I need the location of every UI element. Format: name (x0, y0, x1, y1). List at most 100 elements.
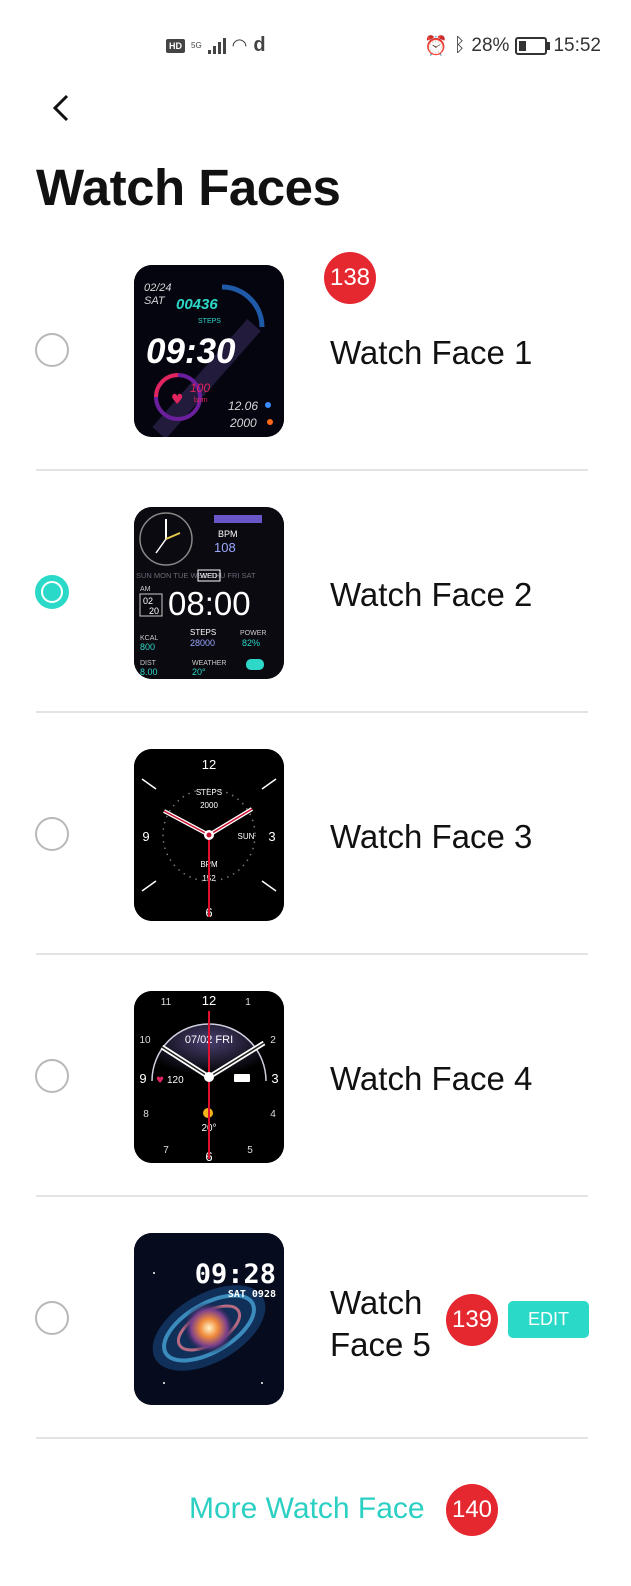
wf3-n12: 12 (202, 757, 216, 772)
wf3-steps-label: STEPS (196, 788, 222, 797)
watch-face-1-badge: 138 (324, 252, 376, 304)
wf1-heart-icon: ♥ (171, 392, 184, 408)
alarm-icon: ⏰ (424, 36, 449, 57)
wf2-dist-label: DIST (140, 660, 157, 667)
watch-face-5-screen: 09:28 SAT 0928 (134, 1233, 284, 1405)
wf2-date-m: 02 (143, 596, 153, 606)
more-watch-face-badge: 140 (446, 1484, 498, 1536)
wf3-day: SUN (238, 832, 255, 841)
wf4-n5: 5 (247, 1145, 253, 1156)
wf2-bpm-label: BPM (218, 529, 238, 539)
wf1-heart: 100 (190, 381, 210, 395)
radio-watch-face-5[interactable] (35, 1301, 69, 1335)
wf2-weather: 20° (192, 667, 206, 677)
chevron-left-icon (52, 94, 69, 122)
watch-face-4-thumbnail[interactable]: 12 1 2 3 4 5 6 7 8 9 10 11 07/02 FRI ♥ 1… (134, 991, 284, 1163)
watch-face-3-label: Watch Face 3 (330, 818, 533, 855)
watch-face-5-thumbnail[interactable]: 09:28 SAT 0928 (134, 1233, 284, 1405)
wf4-n10: 10 (139, 1035, 151, 1046)
wf1-heart-unit: bpm (194, 397, 208, 404)
wf2-days: SUN MON TUE WED THU FRI SAT (136, 571, 256, 580)
signal-icon (207, 37, 226, 54)
divider (36, 1195, 588, 1197)
clock: 15:52 (553, 35, 601, 56)
notification-d: d (253, 34, 266, 56)
watch-face-2-thumbnail[interactable]: BPM 108 SUN MON TUE WED THU FRI SAT WED … (134, 507, 284, 679)
wf4-heart: 120 (167, 1075, 184, 1086)
wf4-n9: 9 (139, 1071, 146, 1086)
radio-watch-face-1[interactable] (35, 333, 69, 367)
wf1-day: SAT (144, 295, 166, 307)
wf2-kcal: 800 (140, 642, 155, 652)
wf4-n8: 8 (143, 1109, 149, 1120)
status-left: HD 5G ◠ d (166, 34, 266, 57)
watch-face-4-screen: 12 1 2 3 4 5 6 7 8 9 10 11 07/02 FRI ♥ 1… (134, 991, 284, 1163)
edit-button[interactable]: EDIT (508, 1301, 589, 1338)
wf4-n4: 4 (270, 1109, 276, 1120)
watch-face-row-2[interactable]: BPM 108 SUN MON TUE WED THU FRI SAT WED … (0, 472, 631, 714)
status-right: ⏰ ᛒ 28% 15:52 (424, 34, 601, 58)
wf2-kcal-label: KCAL (140, 635, 158, 642)
radio-watch-face-3[interactable] (35, 817, 69, 851)
watch-face-2-screen: BPM 108 SUN MON TUE WED THU FRI SAT WED … (134, 507, 284, 679)
watch-face-row-1[interactable]: 02/24 SAT 00436 STEPS 09:30 ♥ 100 bpm 12… (0, 230, 631, 472)
bluetooth-icon: ᛒ (454, 35, 466, 56)
radio-watch-face-4[interactable] (35, 1059, 69, 1093)
watch-face-1-label: Watch Face 1 (330, 334, 533, 371)
wf2-time: 08:00 (168, 585, 251, 622)
wf4-heart-icon: ♥ (156, 1076, 164, 1086)
wf4-n11: 11 (161, 997, 172, 1008)
wf1-stat2: 2000 (229, 416, 257, 430)
wf3-n3: 3 (268, 829, 275, 844)
watch-face-row-5[interactable]: 09:28 SAT 0928 Watch Face 5 139 EDIT (0, 1198, 631, 1440)
watch-face-5-badge: 139 (446, 1294, 498, 1346)
watch-face-row-4[interactable]: 12 1 2 3 4 5 6 7 8 9 10 11 07/02 FRI ♥ 1… (0, 956, 631, 1198)
network-type: 5G (191, 41, 202, 50)
watch-face-3-thumbnail[interactable]: 12 3 6 9 STEPS 2000 SUN BPM 152 (134, 749, 284, 921)
battery-percent: 28% (471, 35, 510, 56)
wf4-n7: 7 (163, 1145, 169, 1156)
wf1-time: 09:30 (146, 332, 236, 371)
wf4-n3: 3 (271, 1071, 278, 1086)
divider (36, 711, 588, 713)
watch-face-row-3[interactable]: 12 3 6 9 STEPS 2000 SUN BPM 152 Watch Fa… (0, 714, 631, 956)
wf4-n12: 12 (202, 993, 216, 1008)
wf1-steps-label: STEPS (198, 318, 221, 325)
wf2-bpm: 108 (214, 540, 236, 555)
wf2-steps: 28000 (190, 638, 215, 648)
wf1-date: 02/24 (144, 282, 172, 294)
wf2-date-d: 20 (149, 606, 159, 616)
watch-face-1-thumbnail[interactable]: 02/24 SAT 00436 STEPS 09:30 ♥ 100 bpm 12… (134, 265, 284, 437)
wf2-steps-label: STEPS (190, 628, 216, 637)
wf5-date: SAT 0928 (228, 1289, 276, 1300)
wf1-steps: 00436 (176, 296, 218, 313)
wf2-power-label: POWER (240, 630, 266, 637)
wifi-icon: ◠ (231, 35, 248, 55)
wf2-am: AM (140, 586, 151, 593)
watch-face-1-screen: 02/24 SAT 00436 STEPS 09:30 ♥ 100 bpm 12… (134, 265, 284, 437)
wf2-power: 82% (242, 638, 260, 648)
watch-face-2-label: Watch Face 2 (330, 576, 533, 613)
wf2-current-day: WED (200, 571, 218, 580)
divider (36, 1437, 588, 1439)
radio-watch-face-2[interactable] (35, 575, 69, 609)
wf1-stat1: 12.06 (228, 399, 258, 413)
watch-face-5-label: Watch Face 5 (330, 1284, 431, 1363)
watch-face-4-label: Watch Face 4 (330, 1060, 533, 1097)
wf3-n9: 9 (142, 829, 149, 844)
battery-icon (515, 37, 551, 55)
status-bar: HD 5G ◠ d ⏰ ᛒ 28% 15:52 (0, 0, 631, 92)
hd-icon: HD (166, 38, 185, 53)
divider (36, 953, 588, 955)
wf4-n1: 1 (245, 997, 251, 1008)
wf3-steps: 2000 (200, 801, 218, 810)
back-button[interactable] (38, 86, 82, 130)
page-title: Watch Faces (36, 159, 341, 216)
more-watch-face-link[interactable]: More Watch Face (189, 1492, 425, 1526)
wf2-dist: 8.00 (140, 667, 158, 677)
wf2-weather-label: WEATHER (192, 660, 226, 667)
wf4-n2: 2 (270, 1035, 276, 1046)
wf5-time: 09:28 (195, 1259, 276, 1290)
divider (36, 469, 588, 471)
watch-face-3-screen: 12 3 6 9 STEPS 2000 SUN BPM 152 (134, 749, 284, 921)
